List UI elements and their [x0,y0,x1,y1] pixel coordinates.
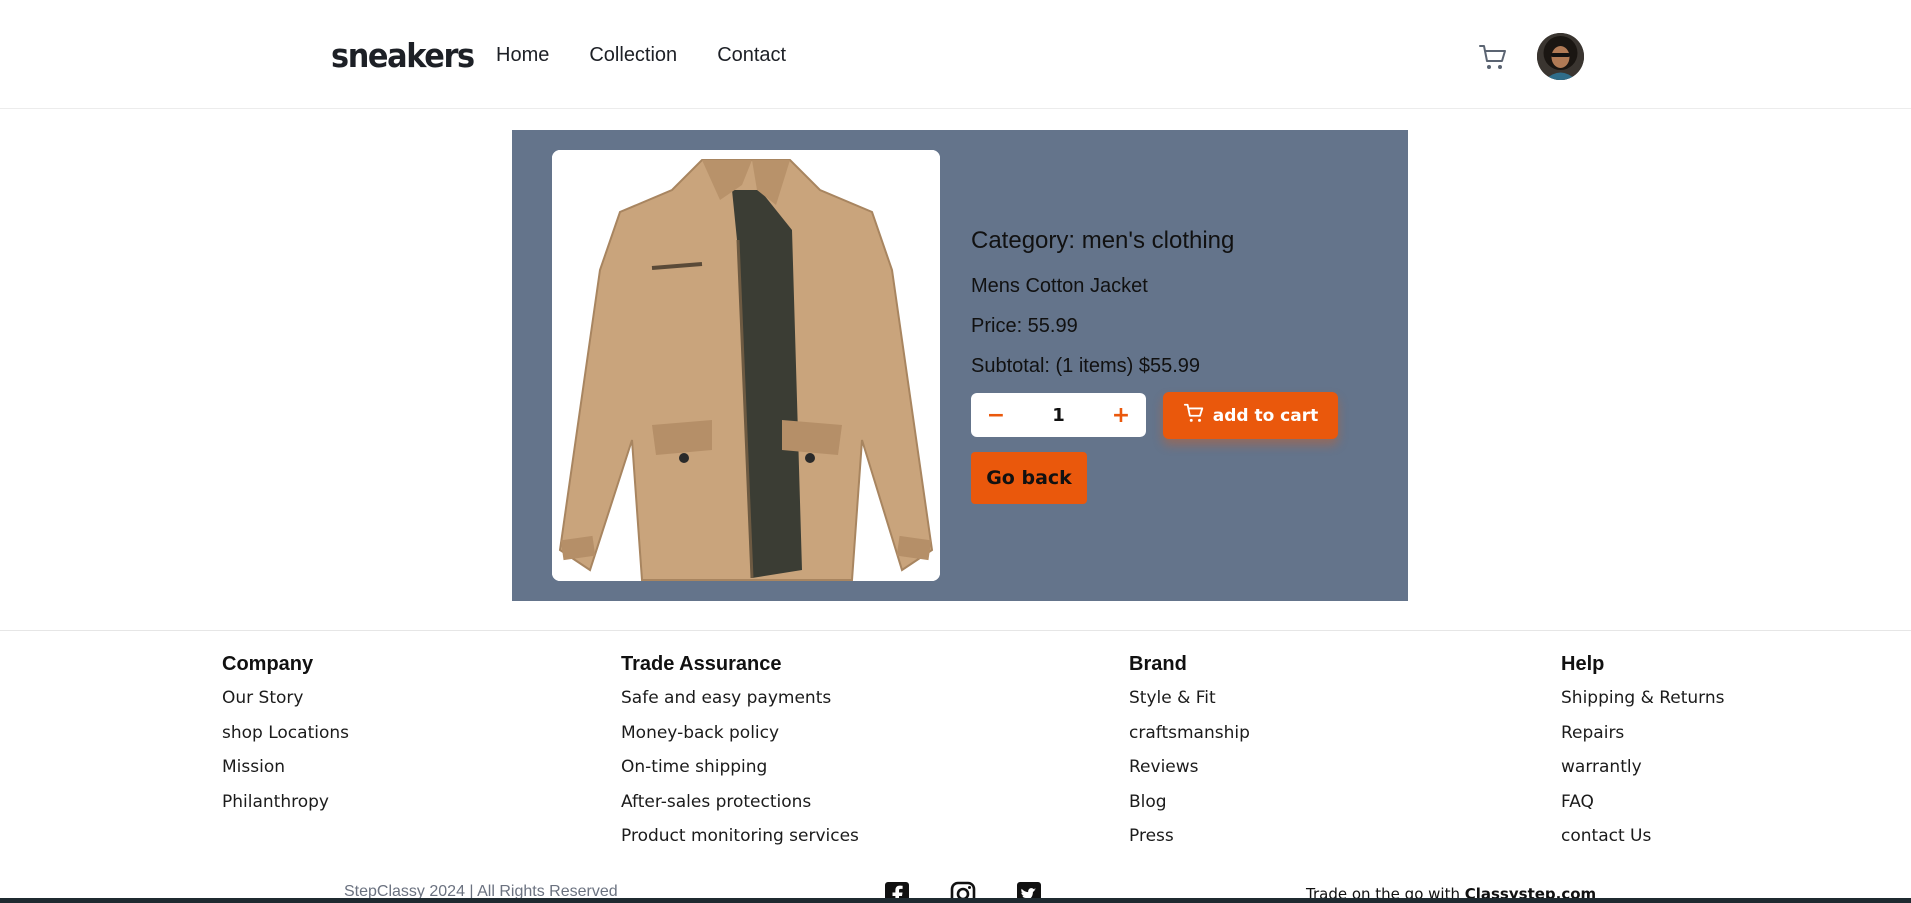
add-to-cart-button[interactable]: add to cart [1163,392,1338,439]
cart-icon [1183,402,1205,429]
footer-link[interactable]: Style & Fit [1129,688,1250,723]
product-category: Category: men's clothing [971,227,1235,254]
footer-column-trade-assurance: Trade Assurance Safe and easy payments M… [621,653,859,861]
footer-heading: Company [222,653,314,675]
footer-column-brand: Brand Style & Fit craftsmanship Reviews … [1129,653,1250,861]
footer-link[interactable]: warrantly [1561,757,1725,792]
footer-link[interactable]: After-sales protections [621,792,859,827]
go-back-button[interactable]: Go back [971,452,1087,504]
product-image [552,150,940,581]
cart-icon[interactable] [1478,42,1508,72]
footer-link[interactable]: Shipping & Returns [1561,688,1725,723]
product-card: Category: men's clothing Mens Cotton Jac… [512,130,1408,601]
footer-link[interactable]: shop Locations [222,723,349,758]
quantity-value[interactable]: 1 [1052,405,1065,426]
footer-heading: Brand [1129,653,1187,675]
product-price: Price: 55.99 [971,315,1078,337]
footer-heading: Help [1561,653,1605,675]
footer-column-company: Company Our Story shop Locations Mission… [222,653,349,826]
bottom-bar [0,898,1911,903]
footer-link[interactable]: Money-back policy [621,723,859,758]
footer-link[interactable]: Safe and easy payments [621,688,859,723]
footer-link[interactable]: Blog [1129,792,1250,827]
nav-contact[interactable]: Contact [717,44,786,67]
site-header: sneakers Home Collection Contact [0,0,1911,109]
footer-link[interactable]: Press [1129,826,1250,861]
main-nav: Home Collection Contact [496,44,786,67]
decrease-quantity-button[interactable]: − [985,403,1007,428]
footer-link[interactable]: craftsmanship [1129,723,1250,758]
footer-link[interactable]: Reviews [1129,757,1250,792]
footer-link[interactable]: Philanthropy [222,792,349,827]
nav-home[interactable]: Home [496,44,549,67]
product-title: Mens Cotton Jacket [971,275,1148,297]
increase-quantity-button[interactable]: + [1110,403,1132,428]
footer-link[interactable]: Product monitoring services [621,826,859,861]
add-to-cart-label: add to cart [1212,405,1319,426]
footer-link[interactable]: On-time shipping [621,757,859,792]
site-footer: Company Our Story shop Locations Mission… [0,630,1911,903]
footer-heading: Trade Assurance [621,653,782,675]
footer-link[interactable]: Mission [222,757,349,792]
product-subtotal: Subtotal: (1 items) $55.99 [971,355,1201,377]
footer-link[interactable]: contact Us [1561,826,1725,861]
footer-link[interactable]: Our Story [222,688,349,723]
footer-link[interactable]: Repairs [1561,723,1725,758]
logo[interactable]: sneakers [331,36,475,75]
footer-link[interactable]: FAQ [1561,792,1725,827]
avatar[interactable] [1537,33,1584,80]
nav-collection[interactable]: Collection [589,44,677,67]
footer-column-help: Help Shipping & Returns Repairs warrantl… [1561,653,1725,861]
quantity-stepper: − 1 + [971,393,1146,437]
